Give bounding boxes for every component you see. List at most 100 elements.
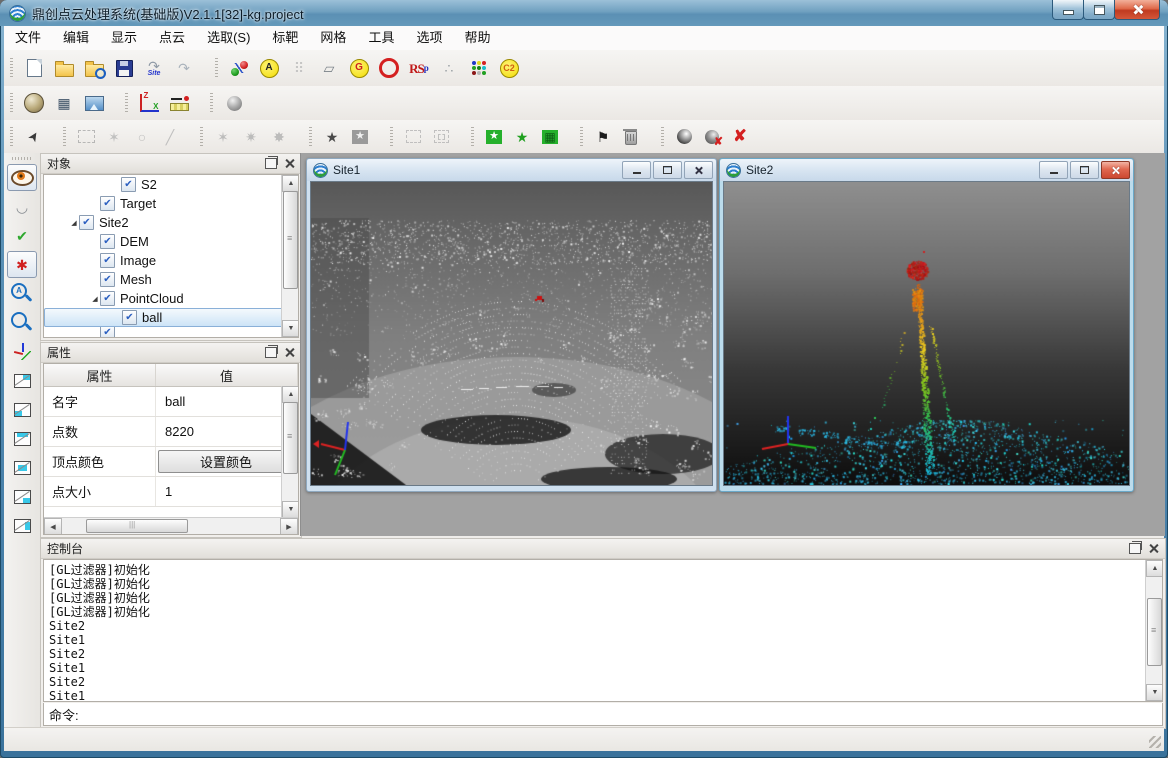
menu-item-display[interactable]: 显示: [100, 26, 148, 50]
float-panel-icon[interactable]: [265, 158, 277, 169]
site2-titlebar[interactable]: Site2: [720, 159, 1133, 181]
view-cube-2-button[interactable]: [7, 396, 37, 423]
circle-o-button[interactable]: [375, 54, 403, 82]
checkbox-icon[interactable]: ✔: [122, 310, 137, 325]
delete-x-button[interactable]: ✘: [727, 125, 753, 149]
site2-window[interactable]: Site2: [719, 158, 1134, 492]
toolbar-grip[interactable]: [10, 58, 13, 78]
scroll-down-icon[interactable]: ▼: [282, 501, 299, 518]
tree-item-s2[interactable]: ✔S2: [44, 175, 298, 194]
expand-arrow-icon[interactable]: ◢: [69, 219, 79, 227]
site2-viewport[interactable]: [723, 181, 1130, 486]
tree-item-hidden[interactable]: ✔: [44, 327, 298, 337]
toolbar-grip[interactable]: [580, 127, 583, 147]
check-confirm-button[interactable]: ✔: [7, 222, 37, 249]
site1-minimize-button[interactable]: [622, 161, 651, 179]
tree-item-site2[interactable]: ◢✔Site2: [44, 213, 298, 232]
toolbar-grip[interactable]: [10, 127, 13, 147]
view-cube-6-button[interactable]: [7, 512, 37, 539]
site1-titlebar[interactable]: Site1: [307, 159, 716, 181]
menu-item-target[interactable]: 标靶: [261, 26, 309, 50]
view-cube-4-button[interactable]: [7, 454, 37, 481]
checkbox-icon[interactable]: ✔: [79, 215, 94, 230]
sphere-delete-button[interactable]: [699, 125, 725, 149]
scrollbar-thumb[interactable]: [86, 519, 188, 533]
search-folder-button[interactable]: [80, 54, 108, 82]
menu-item-pointcloud[interactable]: 点云: [148, 26, 196, 50]
restore-button[interactable]: [1083, 0, 1115, 20]
star-solid-button[interactable]: ★: [319, 125, 345, 149]
save-file-button[interactable]: [110, 54, 138, 82]
close-button[interactable]: [1114, 0, 1160, 20]
menu-item-edit[interactable]: 编辑: [52, 26, 100, 50]
tree-item-mesh[interactable]: ✔Mesh: [44, 270, 298, 289]
star-boxed-button[interactable]: ★: [347, 125, 373, 149]
circle-c2-button[interactable]: C2: [495, 54, 523, 82]
scroll-right-icon[interactable]: ▶: [280, 518, 298, 535]
zoom-search-button[interactable]: [7, 309, 37, 336]
view-cube-1-button[interactable]: [7, 367, 37, 394]
checkbox-icon[interactable]: ✔: [100, 253, 115, 268]
circle-a-button[interactable]: A: [255, 54, 283, 82]
close-panel-icon[interactable]: [1148, 543, 1159, 554]
properties-scrollbar[interactable]: ▲ ▼: [281, 386, 298, 518]
toolbar-grip[interactable]: [661, 127, 664, 147]
checkbox-icon[interactable]: ✔: [100, 272, 115, 287]
scroll-up-icon[interactable]: ▲: [282, 386, 299, 403]
console-scrollbar[interactable]: ▲ ▼: [1145, 560, 1162, 701]
image-view-button[interactable]: [80, 89, 108, 117]
command-input[interactable]: [79, 703, 1162, 725]
color-grid-button[interactable]: [465, 54, 493, 82]
mesh-prism-button[interactable]: ▱: [315, 54, 343, 82]
ruler-distance-button[interactable]: [165, 89, 193, 117]
import-site-button[interactable]: ↷Site: [140, 54, 168, 82]
checkbox-icon[interactable]: ✔: [100, 327, 115, 337]
float-panel-icon[interactable]: [1129, 543, 1141, 554]
toolbar-grip[interactable]: [10, 93, 13, 113]
scroll-down-icon[interactable]: ▼: [282, 320, 299, 337]
redo-pipe-button[interactable]: ↷: [170, 54, 198, 82]
site1-window[interactable]: Site1: [306, 158, 717, 492]
flag-mark-button[interactable]: ⚑: [590, 125, 616, 149]
property-value[interactable]: ball: [165, 394, 185, 409]
menu-item-tools[interactable]: 工具: [357, 26, 405, 50]
menu-item-help[interactable]: 帮助: [453, 26, 501, 50]
open-folder-button[interactable]: [50, 54, 78, 82]
grid-table-button[interactable]: ▦: [50, 89, 78, 117]
scroll-up-icon[interactable]: ▲: [282, 175, 299, 192]
site2-close-button[interactable]: [1101, 161, 1130, 179]
zoom-text-button[interactable]: [7, 280, 37, 307]
view-cube-5-button[interactable]: [7, 483, 37, 510]
eye-visibility-button[interactable]: [7, 164, 37, 191]
toolbar-grip[interactable]: [125, 93, 128, 113]
property-value[interactable]: 1: [165, 484, 172, 499]
minimize-button[interactable]: [1052, 0, 1084, 20]
site1-close-button[interactable]: [684, 161, 713, 179]
network-scatter-button[interactable]: ∴: [435, 54, 463, 82]
tree-item-pointcloud[interactable]: ◢✔PointCloud: [44, 289, 298, 308]
property-value[interactable]: 8220: [165, 424, 194, 439]
circle-g-button[interactable]: G: [345, 54, 373, 82]
close-panel-icon[interactable]: [284, 347, 295, 358]
trash-button[interactable]: [618, 125, 644, 149]
scroll-left-icon[interactable]: ◀: [44, 518, 62, 535]
menu-item-file[interactable]: 文件: [4, 26, 52, 50]
green-star-button[interactable]: ★: [509, 125, 535, 149]
green-grid-box-button[interactable]: ▦: [537, 125, 563, 149]
scrollbar-thumb[interactable]: [283, 402, 298, 474]
toolbar-grip[interactable]: [471, 127, 474, 147]
site2-minimize-button[interactable]: [1039, 161, 1068, 179]
tree-item-image[interactable]: ✔Image: [44, 251, 298, 270]
new-file-button[interactable]: [20, 54, 48, 82]
tree-item-target[interactable]: ✔Target: [44, 194, 298, 213]
toolbar-grip[interactable]: [63, 127, 66, 147]
resize-grip[interactable]: [1149, 736, 1161, 748]
tree-item-ball[interactable]: ✔ball: [44, 308, 298, 327]
registration-spheres-button[interactable]: [225, 54, 253, 82]
asterisk-points-button[interactable]: ✱: [7, 251, 37, 278]
tree-item-dem[interactable]: ✔DEM: [44, 232, 298, 251]
gray-sphere-button[interactable]: [220, 89, 248, 117]
select-arrow-button[interactable]: ➤: [20, 125, 46, 149]
green-star-box-button[interactable]: ★: [481, 125, 507, 149]
toolbar-grip[interactable]: [309, 127, 312, 147]
